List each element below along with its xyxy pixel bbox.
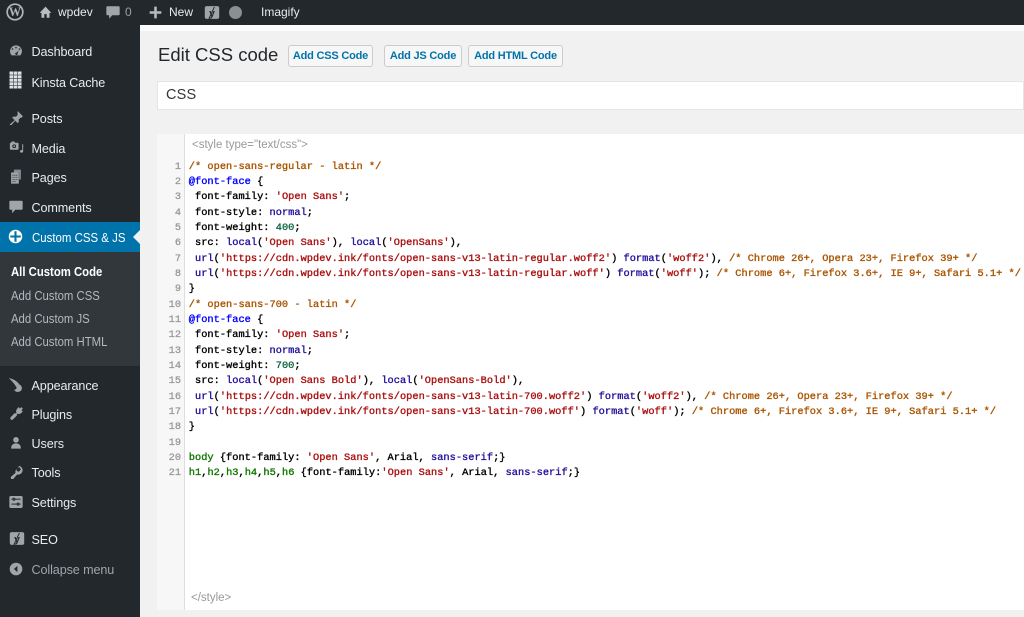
svg-text:W: W: [9, 5, 21, 19]
